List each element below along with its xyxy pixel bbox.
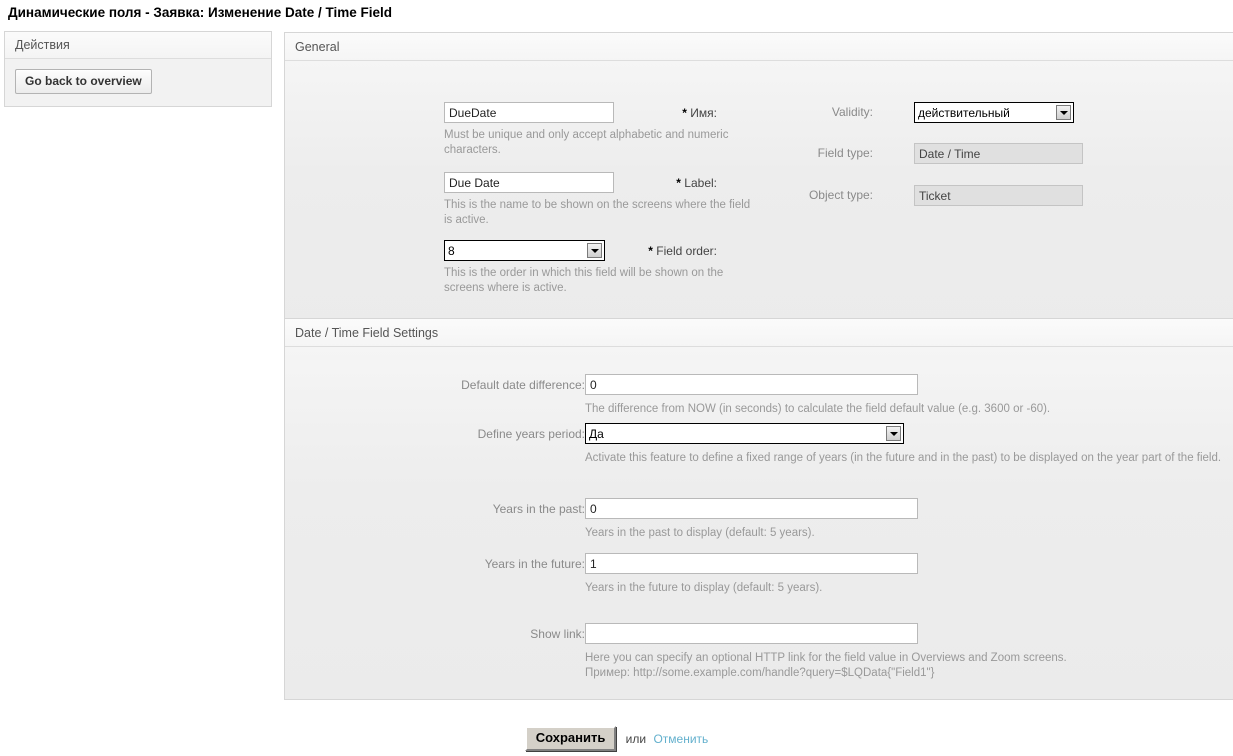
object-type-label: Object type: — [808, 188, 873, 202]
validity-label: Validity: — [831, 105, 873, 119]
label-help-text: This is the name to be shown on the scre… — [444, 199, 751, 226]
save-button[interactable]: Сохранить — [524, 726, 617, 751]
general-panel: General * Имя: Must be unique and only a… — [284, 32, 1233, 337]
field-order-select[interactable]: 8 — [444, 240, 605, 261]
sidebar-body: Go back to overview — [5, 59, 271, 106]
years-in-future-input[interactable] — [585, 553, 918, 574]
define-years-period-help-text: Activate this feature to define a fixed … — [585, 452, 1222, 464]
field-order-label-text: Field order: — [656, 244, 717, 258]
go-back-to-overview-button[interactable]: Go back to overview — [15, 69, 152, 94]
define-years-period-label: Define years period: — [477, 427, 585, 441]
general-panel-body: * Имя: Must be unique and only accept al… — [285, 61, 1233, 336]
show-link-help-line1: Here you can specify an optional HTTP li… — [585, 652, 1067, 664]
object-type-input — [914, 185, 1083, 206]
datetime-settings-header: Date / Time Field Settings — [285, 319, 1233, 347]
years-in-past-label: Years in the past: — [492, 502, 585, 516]
years-in-future-label: Years in the future: — [484, 557, 585, 571]
default-date-difference-label: Default date difference: — [461, 378, 585, 392]
years-in-past-input[interactable] — [585, 498, 918, 519]
default-date-difference-help-text: The difference from NOW (in seconds) to … — [585, 403, 1051, 415]
default-date-difference-input[interactable] — [585, 374, 918, 395]
sidebar-header: Действия — [5, 32, 271, 59]
field-type-input — [914, 143, 1083, 164]
datetime-settings-panel: Date / Time Field Settings Default date … — [284, 318, 1233, 700]
name-help-text: Must be unique and only accept alphabeti… — [444, 129, 729, 156]
validity-select[interactable]: действительный — [914, 102, 1074, 123]
years-in-past-help-text: Years in the past to display (default: 5… — [585, 527, 815, 539]
define-years-period-select[interactable]: Да — [585, 423, 904, 444]
show-link-label: Show link: — [530, 627, 585, 641]
sidebar-actions-widget: Действия Go back to overview — [4, 31, 272, 107]
field-order-help-text: This is the order in which this field wi… — [444, 267, 724, 294]
define-years-period-select-wrap: Да — [585, 423, 904, 444]
cancel-link[interactable]: Отменить — [653, 732, 708, 746]
years-in-future-help-text: Years in the future to display (default:… — [585, 582, 823, 594]
show-link-input[interactable] — [585, 623, 918, 644]
label-label-text: Label: — [684, 176, 717, 190]
general-panel-header: General — [285, 33, 1233, 61]
field-type-label: Field type: — [817, 146, 873, 160]
label-input[interactable] — [444, 172, 614, 193]
field-order-select-wrap: 8 — [444, 240, 605, 261]
or-label: или — [625, 731, 647, 746]
required-star-icon: * — [676, 176, 681, 190]
required-star-icon: * — [682, 106, 687, 120]
validity-select-wrap: действительный — [914, 102, 1074, 123]
name-input[interactable] — [444, 102, 614, 123]
page-root: Динамические поля - Заявка: Изменение Da… — [0, 0, 1233, 756]
form-footer: Сохранить или Отменить — [0, 726, 1233, 751]
show-link-help-line2: Пример: http://some.example.com/handle?q… — [585, 667, 935, 679]
name-label-text: Имя: — [690, 106, 717, 120]
datetime-settings-body: Default date difference: The difference … — [285, 347, 1233, 699]
page-title: Динамические поля - Заявка: Изменение Da… — [8, 5, 392, 20]
required-star-icon: * — [648, 244, 653, 258]
